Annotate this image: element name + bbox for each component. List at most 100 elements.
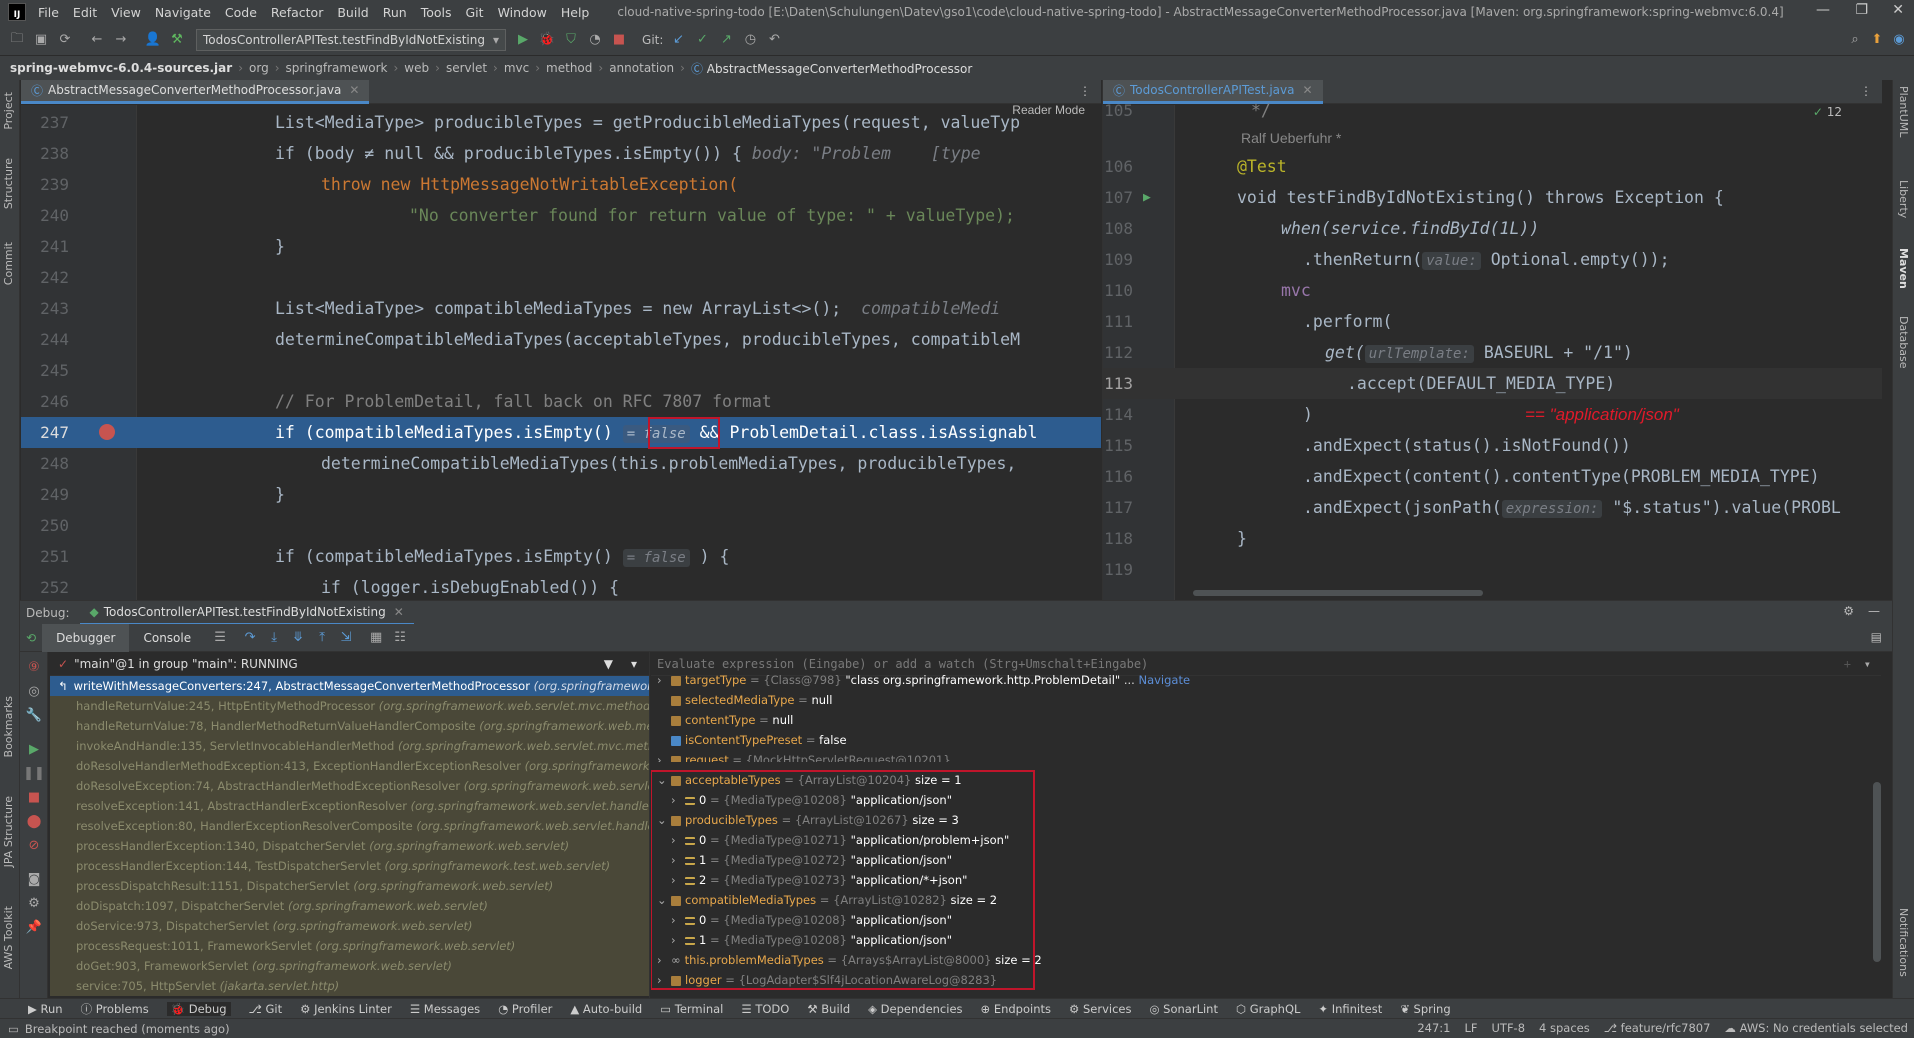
variable-row[interactable]: contentType = null	[651, 710, 1881, 730]
line-separator[interactable]: LF	[1464, 1021, 1477, 1035]
navigate-link[interactable]: Navigate	[1138, 673, 1190, 687]
tool-run[interactable]: ▶ Run	[28, 1002, 63, 1016]
frame-item[interactable]: invokeAndHandle:135, ServletInvocableHan…	[50, 736, 649, 756]
close-tab-icon[interactable]: ✕	[349, 83, 359, 97]
rerun-icon[interactable]: ⟲	[26, 631, 36, 645]
frame-item[interactable]: ↰ writeWithMessageConverters:247, Abstrac…	[50, 676, 649, 696]
updates-icon[interactable]: ⬆	[1866, 29, 1888, 51]
tool-profiler[interactable]: ◔ Profiler	[498, 1002, 552, 1016]
git-branch[interactable]: ⎇ feature/rfc7807	[1604, 1021, 1711, 1035]
debug-session-tab[interactable]: ◆ TodosControllerAPITest.testFindByIdNot…	[79, 601, 414, 625]
back-icon[interactable]: ←	[86, 29, 108, 51]
tool-sonarlint[interactable]: ◎ SonarLint	[1149, 1002, 1218, 1016]
camera-icon[interactable]: ◙	[23, 868, 45, 890]
menu-refactor[interactable]: Refactor	[271, 5, 323, 20]
menu-view[interactable]: View	[111, 5, 141, 20]
author-lens[interactable]: Ralf Ueberfuhr *	[1103, 126, 1882, 150]
debug-icon[interactable]: 🐞	[536, 29, 558, 51]
close-window-icon[interactable]: ✕	[1892, 2, 1904, 18]
tool-bookmarks[interactable]: Bookmarks	[2, 696, 15, 757]
tool-jenkins-linter[interactable]: ⚙ Jenkins Linter	[300, 1002, 392, 1016]
frame-item[interactable]: doResolveHandlerMethodException:413, Exc…	[50, 756, 649, 776]
tool-debug[interactable]: 🐞 Debug	[166, 1001, 231, 1016]
add-watch-icon[interactable]: +	[1844, 657, 1851, 671]
git-history-icon[interactable]: ◷	[739, 29, 761, 51]
frame-item[interactable]: handleReturnValue:245, HttpEntityMethodP…	[50, 696, 649, 716]
mute-icon[interactable]: ⊘	[23, 834, 45, 856]
git-push-icon[interactable]: ↗	[715, 29, 737, 51]
close-session-icon[interactable]: ✕	[394, 605, 404, 619]
frame-item[interactable]: resolveException:80, HandlerExceptionRes…	[50, 816, 649, 836]
tool-messages[interactable]: ☰ Messages	[410, 1002, 480, 1016]
tool-jpa-structure[interactable]: JPA Structure	[2, 796, 15, 867]
step-out-icon[interactable]: ⤒	[311, 627, 333, 649]
filter-icon[interactable]: ▼	[604, 657, 613, 671]
tool-dependencies[interactable]: ◈ Dependencies	[868, 1002, 962, 1016]
run-to-cursor-icon[interactable]: ⇲	[335, 627, 357, 649]
file-encoding[interactable]: UTF-8	[1492, 1021, 1526, 1035]
horizontal-scrollbar[interactable]	[1193, 590, 1483, 596]
breadcrumb-jar[interactable]: spring-webmvc-6.0.4-sources.jar	[10, 61, 232, 75]
run-test-gutter-icon[interactable]: ▶	[1143, 182, 1151, 213]
editor-left-code[interactable]: Reader Mode 237 List<MediaType> producibl…	[21, 103, 1101, 600]
menu-edit[interactable]: Edit	[73, 5, 97, 20]
tab-debugger[interactable]: Debugger	[42, 623, 130, 652]
save-all-icon[interactable]: ▣	[30, 29, 52, 51]
tab-options-icon[interactable]: ⋮	[1079, 84, 1091, 98]
build-hammer-icon[interactable]: ⚒	[166, 29, 188, 51]
gear-icon[interactable]: ⚙	[1843, 604, 1854, 618]
frame-item[interactable]: processHandlerException:144, TestDispatc…	[50, 856, 649, 876]
hide-panel-icon[interactable]: —	[1868, 604, 1880, 618]
menu-build[interactable]: Build	[337, 5, 368, 20]
tool-git[interactable]: ⎇ Git	[249, 1002, 283, 1016]
frame-item[interactable]: doDispatch:1097, DispatcherServlet (org.…	[50, 896, 649, 916]
tool-graphql[interactable]: ⬡ GraphQL	[1236, 1002, 1300, 1016]
variable-row[interactable]: › request = {MockHttpServletRequest@10201…	[651, 750, 1881, 762]
menu-navigate[interactable]: Navigate	[155, 5, 211, 20]
breadcrumb-servlet[interactable]: servlet	[446, 61, 487, 75]
vcs-user-icon[interactable]: 👤	[142, 29, 164, 51]
menu-git[interactable]: Git	[466, 5, 484, 20]
frame-item[interactable]: doGet:903, FrameworkServlet (org.springf…	[50, 956, 649, 976]
frame-item[interactable]: doResolveException:74, AbstractHandlerMe…	[50, 776, 649, 796]
frame-item[interactable]: resolveException:141, AbstractHandlerExc…	[50, 796, 649, 816]
tool-liberty[interactable]: Liberty	[1897, 180, 1910, 218]
settings-icon[interactable]: ⚙	[23, 892, 45, 914]
tool-endpoints[interactable]: ⊕ Endpoints	[981, 1002, 1051, 1016]
tool-maven[interactable]: Maven	[1897, 248, 1910, 289]
breadcrumb-mvc[interactable]: mvc	[504, 61, 529, 75]
tool-spring[interactable]: ❦ Spring	[1400, 1002, 1450, 1016]
force-step-into-icon[interactable]: ⤋	[287, 627, 309, 649]
run-configuration-select[interactable]: TodosControllerAPITest.testFindByIdNotEx…	[196, 28, 507, 51]
editor-right-code[interactable]: ✓ 12 105 */ Ralf Ueberfuhr * 106 @Test 107…	[1103, 101, 1882, 600]
caret-position[interactable]: 247:1	[1417, 1021, 1450, 1035]
tool-services[interactable]: ⚙ Services	[1069, 1002, 1131, 1016]
search-everywhere-icon[interactable]: ⌕	[1844, 29, 1866, 51]
restore-icon[interactable]: ❐	[1855, 2, 1868, 18]
variable-row[interactable]: › targetType = {Class@798} "class org.spr…	[651, 670, 1881, 690]
menu-tools[interactable]: Tools	[421, 5, 452, 20]
resume-icon[interactable]: ▶	[23, 738, 45, 760]
tool-plantuml[interactable]: PlantUML	[1897, 86, 1910, 137]
menu-window[interactable]: Window	[498, 5, 547, 20]
tool-problems[interactable]: ⓘ Problems	[81, 1001, 149, 1017]
step-into-icon[interactable]: ⤓	[263, 627, 285, 649]
breakpoints-icon[interactable]: ⬤	[23, 810, 45, 832]
vertical-scrollbar[interactable]	[1873, 782, 1881, 962]
run-icon[interactable]: ▶	[512, 29, 534, 51]
tool-aws-toolkit[interactable]: AWS Toolkit	[2, 906, 15, 969]
breadcrumb-method[interactable]: method	[546, 61, 592, 75]
menu-help[interactable]: Help	[561, 5, 590, 20]
frame-item[interactable]: processRequest:1011, FrameworkServlet (o…	[50, 936, 649, 956]
variable-row[interactable]: selectedMediaType = null	[651, 690, 1881, 710]
menu-lines-icon[interactable]: ☰	[209, 627, 231, 649]
step-over-icon[interactable]: ↷	[239, 627, 261, 649]
breadcrumb-org[interactable]: org	[249, 61, 269, 75]
tool-structure[interactable]: Structure	[2, 158, 15, 209]
tool-todo[interactable]: ☰ TODO	[741, 1002, 789, 1016]
settings-wrench-icon[interactable]: 🔧	[23, 704, 45, 726]
tool-terminal[interactable]: ▭ Terminal	[660, 1002, 723, 1016]
breadcrumb-web[interactable]: web	[404, 61, 429, 75]
menu-run[interactable]: Run	[383, 5, 407, 20]
breadcrumb-class[interactable]: Ⓒ AbstractMessageConverterMethodProcesso…	[691, 60, 972, 77]
